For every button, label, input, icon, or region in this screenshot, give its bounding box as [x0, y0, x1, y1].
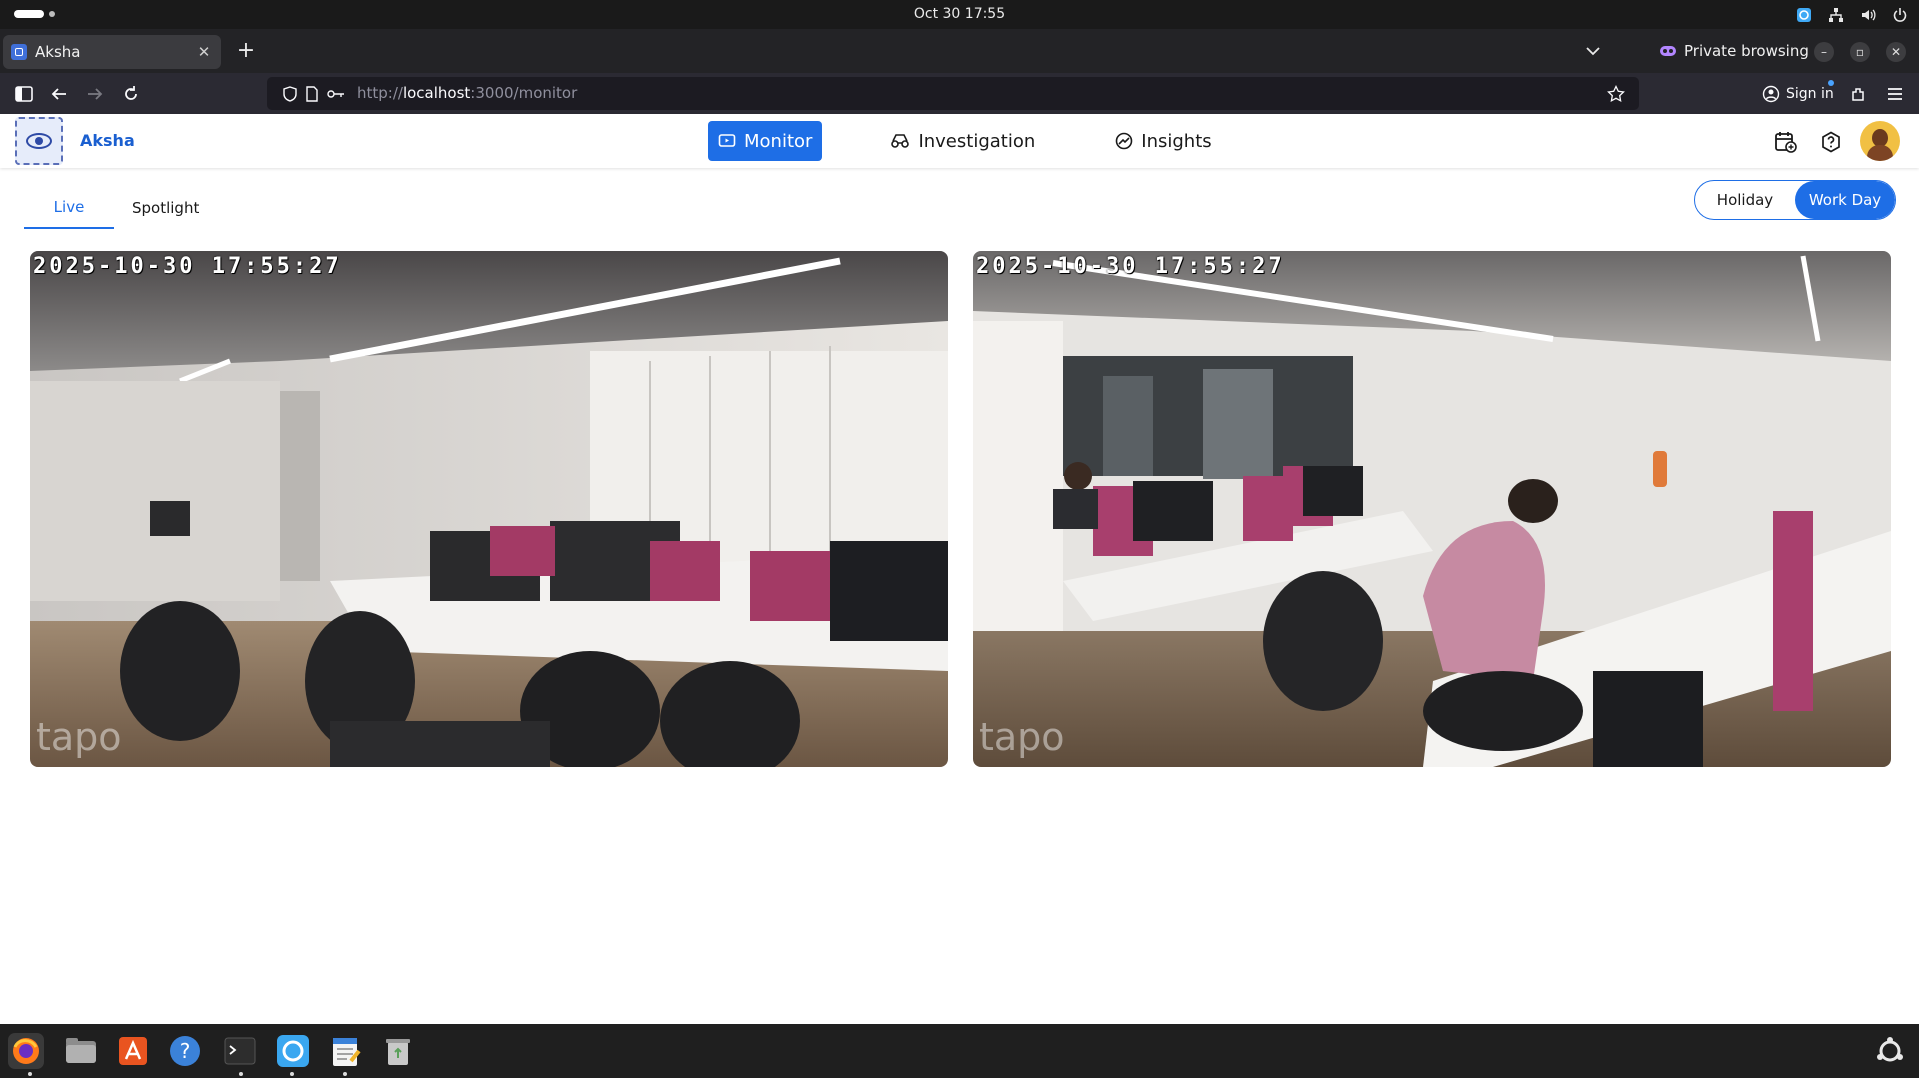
- browser-tab[interactable]: Aksha ✕: [3, 35, 221, 69]
- svg-text:?: ?: [180, 1039, 191, 1063]
- menu-hamburger-icon[interactable]: [1884, 83, 1906, 105]
- volume-icon[interactable]: [1859, 6, 1877, 24]
- system-tray[interactable]: [1795, 4, 1909, 26]
- account-icon: [1762, 85, 1780, 103]
- view-tabs: Live Spotlight: [24, 186, 217, 229]
- remote-desktop-tray-icon[interactable]: [1795, 6, 1813, 24]
- bookmark-star-icon[interactable]: [1607, 85, 1625, 103]
- feed-2-timestamp: 2025-10-30 17:55:27: [976, 254, 1285, 279]
- minimize-window-icon[interactable]: –: [1814, 42, 1834, 62]
- camera-feed-1[interactable]: 2025-10-30 17:55:27 tapo: [30, 251, 948, 767]
- private-browsing-label: Private browsing: [1684, 42, 1809, 60]
- network-icon[interactable]: [1827, 6, 1845, 24]
- investigation-icon: [891, 134, 910, 148]
- os-top-bar: Oct 30 17:55: [0, 0, 1919, 29]
- holiday-option[interactable]: Holiday: [1695, 181, 1795, 219]
- help-icon[interactable]: ?: [167, 1033, 203, 1069]
- main-nav: Monitor Investigation Insights: [708, 121, 1222, 161]
- nav-monitor-button[interactable]: Monitor: [708, 121, 823, 161]
- permissions-key-icon[interactable]: [327, 85, 345, 103]
- nav-insights-button[interactable]: Insights: [1105, 121, 1221, 161]
- terminal-running-dot: [239, 1072, 243, 1076]
- tracking-shield-icon[interactable]: [281, 85, 299, 103]
- feed-1-watermark: tapo: [36, 715, 122, 759]
- list-all-tabs-chevron-icon[interactable]: [1582, 41, 1604, 61]
- os-taskbar: ?: [0, 1024, 1919, 1078]
- restore-window-icon[interactable]: ▫: [1850, 42, 1870, 62]
- monitor-icon: [718, 134, 736, 147]
- browser-nav-toolbar: http://localhost:3000/monitor Sign in: [0, 73, 1919, 114]
- url-host: localhost: [402, 84, 471, 102]
- app-header: Aksha Monitor Investigation Insights: [0, 114, 1919, 168]
- address-bar[interactable]: http://localhost:3000/monitor: [267, 77, 1639, 110]
- private-mask-icon: [1660, 46, 1676, 56]
- feed-1-timestamp: 2025-10-30 17:55:27: [33, 254, 342, 279]
- sign-in-label: Sign in: [1786, 86, 1834, 102]
- terminal-icon[interactable]: [222, 1033, 258, 1069]
- show-apps-icon[interactable]: [1872, 1033, 1908, 1069]
- notification-dot: [1828, 80, 1834, 86]
- remote-desktop-running-dot: [290, 1072, 294, 1076]
- sidebar-toggle-icon[interactable]: [13, 83, 35, 105]
- extensions-icon[interactable]: [1848, 83, 1870, 105]
- help-question-icon[interactable]: [1818, 129, 1844, 155]
- text-editor-icon[interactable]: [328, 1033, 364, 1069]
- app-center-icon[interactable]: [115, 1033, 151, 1069]
- back-arrow-icon[interactable]: [48, 83, 70, 105]
- forward-arrow-icon[interactable]: [84, 83, 106, 105]
- url-text[interactable]: http://localhost:3000/monitor: [357, 77, 577, 110]
- nav-investigation-button[interactable]: Investigation: [880, 121, 1045, 161]
- sign-in-button[interactable]: Sign in: [1762, 80, 1834, 107]
- nav-monitor-label: Monitor: [744, 130, 813, 152]
- camera-feed-1-image: [30, 251, 948, 767]
- tab-spotlight[interactable]: Spotlight: [114, 186, 217, 229]
- tab-live[interactable]: Live: [24, 186, 114, 229]
- url-scheme: http://: [357, 84, 403, 102]
- url-path: :3000/monitor: [470, 84, 578, 102]
- browser-tab-strip: Aksha ✕ + Private browsing – ▫ ✕: [0, 29, 1919, 73]
- work-day-option[interactable]: Work Day: [1795, 181, 1895, 219]
- trash-icon[interactable]: [380, 1033, 416, 1069]
- reload-icon[interactable]: [120, 83, 142, 105]
- schedule-toggle: Holiday Work Day: [1694, 180, 1896, 220]
- close-tab-icon[interactable]: ✕: [195, 43, 213, 61]
- firefox-icon[interactable]: [8, 1033, 44, 1069]
- text-editor-running-dot: [343, 1072, 347, 1076]
- private-browsing-indicator: Private browsing: [1660, 39, 1809, 63]
- page-info-icon[interactable]: [303, 85, 321, 103]
- aksha-favicon-icon: [11, 44, 27, 60]
- tab-title: Aksha: [35, 43, 81, 61]
- files-icon[interactable]: [63, 1033, 99, 1069]
- close-window-icon[interactable]: ✕: [1886, 42, 1906, 62]
- nav-insights-label: Insights: [1141, 130, 1212, 152]
- feed-2-watermark: tapo: [979, 715, 1065, 759]
- camera-feed-2[interactable]: 2025-10-30 17:55:27 tapo: [973, 251, 1891, 767]
- new-tab-button[interactable]: +: [234, 39, 258, 63]
- insights-icon: [1115, 132, 1133, 150]
- nav-investigation-label: Investigation: [918, 130, 1036, 152]
- firefox-running-dot: [28, 1072, 32, 1076]
- remote-desktop-icon[interactable]: [275, 1033, 311, 1069]
- user-avatar[interactable]: [1860, 121, 1900, 161]
- aksha-logo-icon[interactable]: [15, 117, 63, 165]
- system-clock[interactable]: Oct 30 17:55: [0, 0, 1919, 29]
- calendar-schedule-icon[interactable]: [1773, 129, 1799, 155]
- power-icon[interactable]: [1891, 6, 1909, 24]
- camera-feed-2-image: [973, 251, 1891, 767]
- brand-name[interactable]: Aksha: [80, 114, 135, 168]
